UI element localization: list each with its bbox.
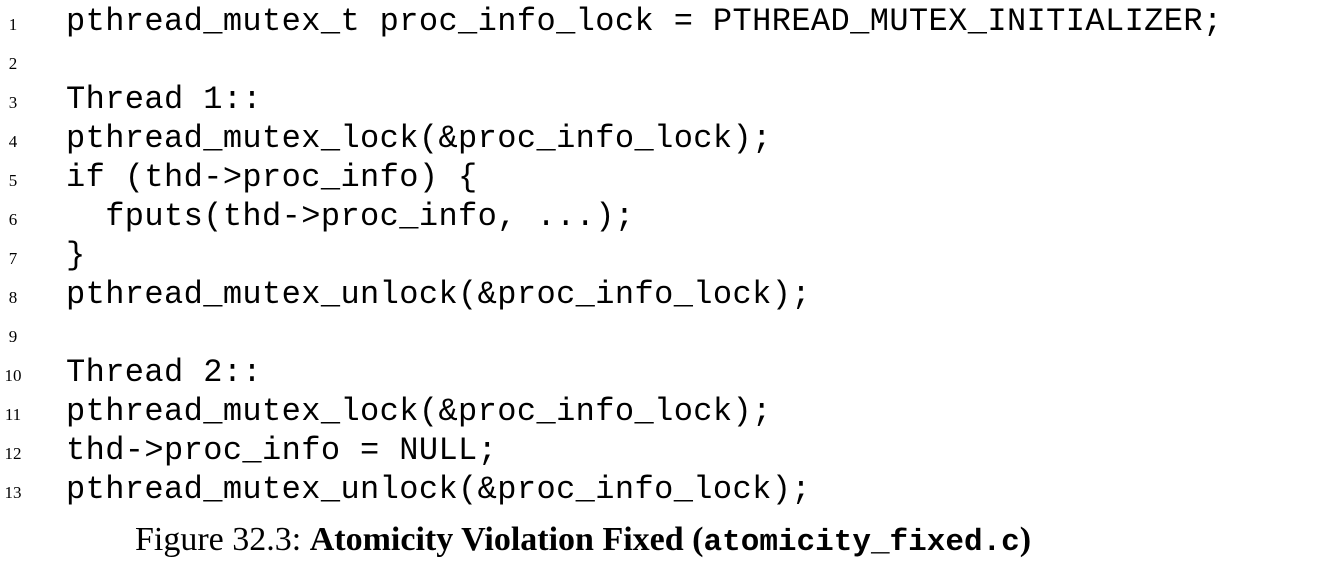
line-code: pthread_mutex_lock(&proc_info_lock); xyxy=(66,393,772,430)
code-line: 1 pthread_mutex_t proc_info_lock = PTHRE… xyxy=(0,2,1320,41)
line-number: 9 xyxy=(8,327,18,346)
code-line: 8 pthread_mutex_unlock(&proc_info_lock); xyxy=(0,275,1320,314)
caption-close: ) xyxy=(1019,521,1032,558)
line-code: fputs(thd->proc_info, ...); xyxy=(66,198,635,235)
code-line: 4 pthread_mutex_lock(&proc_info_lock); xyxy=(0,119,1320,158)
line-number: 2 xyxy=(8,54,18,73)
line-number: 3 xyxy=(8,93,18,112)
line-number: 5 xyxy=(8,171,18,190)
code-line: 7 } xyxy=(0,236,1320,275)
line-number: 4 xyxy=(8,132,18,151)
code-line: 12 thd->proc_info = NULL; xyxy=(0,431,1320,470)
code-line: 11 pthread_mutex_lock(&proc_info_lock); xyxy=(0,392,1320,431)
line-number: 12 xyxy=(4,444,22,463)
code-line: 9 xyxy=(0,314,1320,353)
code-line: 10 Thread 2:: xyxy=(0,353,1320,392)
code-line: 3 Thread 1:: xyxy=(0,80,1320,119)
figure-caption: Figure 32.3: Atomicity Violation Fixed (… xyxy=(135,518,1031,565)
line-code: thd->proc_info = NULL; xyxy=(66,432,498,469)
line-code: pthread_mutex_unlock(&proc_info_lock); xyxy=(66,471,811,508)
caption-label: Figure 32.3: xyxy=(135,521,302,558)
line-code: Thread 2:: xyxy=(66,354,263,391)
line-code: } xyxy=(66,237,86,274)
line-code: Thread 1:: xyxy=(66,81,263,118)
line-number: 8 xyxy=(8,288,18,307)
code-line: 5 if (thd->proc_info) { xyxy=(0,158,1320,197)
line-number: 6 xyxy=(8,210,18,229)
line-code: pthread_mutex_unlock(&proc_info_lock); xyxy=(66,276,811,313)
line-code: if (thd->proc_info) { xyxy=(66,159,478,196)
line-code: pthread_mutex_t proc_info_lock = PTHREAD… xyxy=(66,3,1223,40)
code-line: 13 pthread_mutex_unlock(&proc_info_lock)… xyxy=(0,470,1320,509)
code-line: 6 fputs(thd->proc_info, ...); xyxy=(0,197,1320,236)
line-number: 11 xyxy=(4,405,22,424)
line-number: 1 xyxy=(8,15,18,34)
code-line: 2 xyxy=(0,41,1320,80)
line-number: 10 xyxy=(4,366,22,385)
line-number: 13 xyxy=(4,483,22,502)
caption-filename: atomicity_fixed.c xyxy=(703,525,1020,560)
caption-title: Atomicity Violation Fixed ( xyxy=(309,521,704,558)
line-number: 7 xyxy=(8,249,18,268)
line-code: pthread_mutex_lock(&proc_info_lock); xyxy=(66,120,772,157)
